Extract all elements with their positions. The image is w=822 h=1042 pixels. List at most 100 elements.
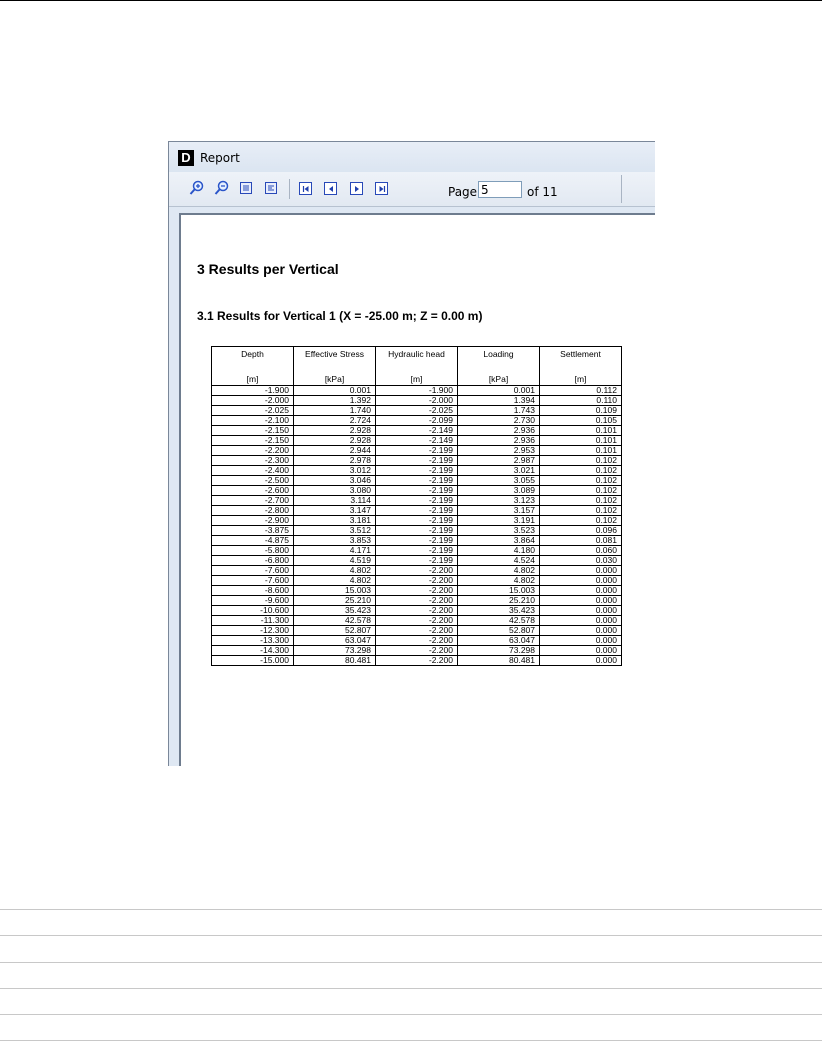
table-cell: 0.000 bbox=[539, 565, 622, 576]
column-header-hydraulic-head: Hydraulic head [m] bbox=[375, 346, 458, 386]
table-cell: -2.200 bbox=[375, 615, 458, 626]
column-header-effective-stress: Effective Stress [kPa] bbox=[293, 346, 376, 386]
table-cell: 15.003 bbox=[457, 585, 540, 596]
table-row: -10.600 35.423 -2.200 35.423 0.000 bbox=[211, 605, 622, 616]
table-cell: 3.080 bbox=[293, 485, 376, 496]
table-cell: 0.101 bbox=[539, 445, 622, 456]
column-header-settlement: Settlement [m] bbox=[539, 346, 622, 386]
table-cell: 80.481 bbox=[457, 655, 540, 666]
table-cell: 2.987 bbox=[457, 455, 540, 466]
table-cell: -2.200 bbox=[375, 595, 458, 606]
table-row: -5.800 4.171 -2.199 4.180 0.060 bbox=[211, 545, 622, 556]
table-cell: -2.200 bbox=[375, 585, 458, 596]
table-cell: 42.578 bbox=[293, 615, 376, 626]
table-cell: -7.600 bbox=[211, 575, 294, 586]
table-cell: 63.047 bbox=[457, 635, 540, 646]
first-page-icon[interactable] bbox=[299, 182, 312, 195]
table-cell: -2.025 bbox=[211, 405, 294, 416]
table-row: -2.150 2.928 -2.149 2.936 0.101 bbox=[211, 425, 622, 436]
table-cell: 52.807 bbox=[457, 625, 540, 636]
table-cell: 15.003 bbox=[293, 585, 376, 596]
table-cell: 73.298 bbox=[457, 645, 540, 656]
table-row: -4.875 3.853 -2.199 3.864 0.081 bbox=[211, 535, 622, 546]
table-cell: -9.600 bbox=[211, 595, 294, 606]
table-cell: -2.149 bbox=[375, 425, 458, 436]
table-cell: 2.944 bbox=[293, 445, 376, 456]
table-row: -8.600 15.003 -2.200 15.003 0.000 bbox=[211, 585, 622, 596]
table-cell: 4.519 bbox=[293, 555, 376, 566]
report-document[interactable]: 3 Results per Vertical 3.1 Results for V… bbox=[179, 213, 655, 766]
page-total: of 11 bbox=[527, 185, 558, 199]
table-cell: 0.101 bbox=[539, 435, 622, 446]
table-cell: 0.001 bbox=[293, 385, 376, 396]
table-cell: 0.030 bbox=[539, 555, 622, 566]
table-cell: 1.394 bbox=[457, 395, 540, 406]
table-cell: -1.900 bbox=[211, 385, 294, 396]
table-cell: 42.578 bbox=[457, 615, 540, 626]
table-cell: 1.740 bbox=[293, 405, 376, 416]
table-cell: -5.800 bbox=[211, 545, 294, 556]
previous-page-icon[interactable] bbox=[324, 182, 337, 195]
table-cell: -2.199 bbox=[375, 455, 458, 466]
fit-width-icon[interactable] bbox=[265, 182, 277, 194]
table-cell: -2.700 bbox=[211, 495, 294, 506]
table-cell: 2.953 bbox=[457, 445, 540, 456]
window-title: Report bbox=[200, 151, 240, 165]
table-cell: -2.200 bbox=[375, 565, 458, 576]
table-cell: 0.110 bbox=[539, 395, 622, 406]
table-row: -7.600 4.802 -2.200 4.802 0.000 bbox=[211, 575, 622, 586]
table-cell: -2.100 bbox=[211, 415, 294, 426]
table-cell: -2.199 bbox=[375, 445, 458, 456]
table-cell: 0.000 bbox=[539, 655, 622, 666]
table-cell: -10.600 bbox=[211, 605, 294, 616]
table-cell: 1.392 bbox=[293, 395, 376, 406]
table-cell: -11.300 bbox=[211, 615, 294, 626]
table-row: -2.800 3.147 -2.199 3.157 0.102 bbox=[211, 505, 622, 516]
table-row: -3.875 3.512 -2.199 3.523 0.096 bbox=[211, 525, 622, 536]
table-cell: 3.191 bbox=[457, 515, 540, 526]
toolbar-separator bbox=[289, 179, 290, 199]
table-cell: 3.512 bbox=[293, 525, 376, 536]
page-number-input[interactable] bbox=[478, 181, 522, 198]
table-row: -13.300 63.047 -2.200 63.047 0.000 bbox=[211, 635, 622, 646]
table-cell: 35.423 bbox=[457, 605, 540, 616]
next-page-icon[interactable] bbox=[350, 182, 363, 195]
table-cell: -4.875 bbox=[211, 535, 294, 546]
table-cell: -2.900 bbox=[211, 515, 294, 526]
table-cell: 0.000 bbox=[539, 645, 622, 656]
toolbar: Page of 11 bbox=[169, 172, 655, 207]
table-row: -2.500 3.046 -2.199 3.055 0.102 bbox=[211, 475, 622, 486]
table-cell: 0.000 bbox=[539, 605, 622, 616]
table-row: -2.025 1.740 -2.025 1.743 0.109 bbox=[211, 405, 622, 416]
table-row: -2.400 3.012 -2.199 3.021 0.102 bbox=[211, 465, 622, 476]
zoom-in-icon[interactable] bbox=[189, 180, 205, 196]
table-cell: 80.481 bbox=[293, 655, 376, 666]
table-row: -2.300 2.978 -2.199 2.987 0.102 bbox=[211, 455, 622, 466]
table-cell: 0.102 bbox=[539, 515, 622, 526]
table-row: -7.600 4.802 -2.200 4.802 0.000 bbox=[211, 565, 622, 576]
table-cell: -15.000 bbox=[211, 655, 294, 666]
footer-rule bbox=[0, 1040, 822, 1041]
toolbar-separator-right bbox=[621, 175, 622, 203]
table-cell: -2.000 bbox=[211, 395, 294, 406]
table-cell: -2.200 bbox=[375, 625, 458, 636]
table-cell: 0.102 bbox=[539, 485, 622, 496]
fit-page-icon[interactable] bbox=[240, 182, 252, 194]
zoom-out-icon[interactable] bbox=[214, 180, 230, 196]
table-cell: -1.900 bbox=[375, 385, 458, 396]
table-cell: 0.096 bbox=[539, 525, 622, 536]
table-row: -2.100 2.724 -2.099 2.730 0.105 bbox=[211, 415, 622, 426]
last-page-icon[interactable] bbox=[375, 182, 388, 195]
table-cell: 3.181 bbox=[293, 515, 376, 526]
table-cell: 0.102 bbox=[539, 495, 622, 506]
table-cell: 2.730 bbox=[457, 415, 540, 426]
table-cell: -2.200 bbox=[375, 605, 458, 616]
table-row: -12.300 52.807 -2.200 52.807 0.000 bbox=[211, 625, 622, 636]
table-cell: 4.180 bbox=[457, 545, 540, 556]
table-cell: 0.060 bbox=[539, 545, 622, 556]
table-cell: 0.102 bbox=[539, 455, 622, 466]
table-cell: 52.807 bbox=[293, 625, 376, 636]
table-cell: -2.025 bbox=[375, 405, 458, 416]
table-cell: 4.524 bbox=[457, 555, 540, 566]
table-cell: 73.298 bbox=[293, 645, 376, 656]
